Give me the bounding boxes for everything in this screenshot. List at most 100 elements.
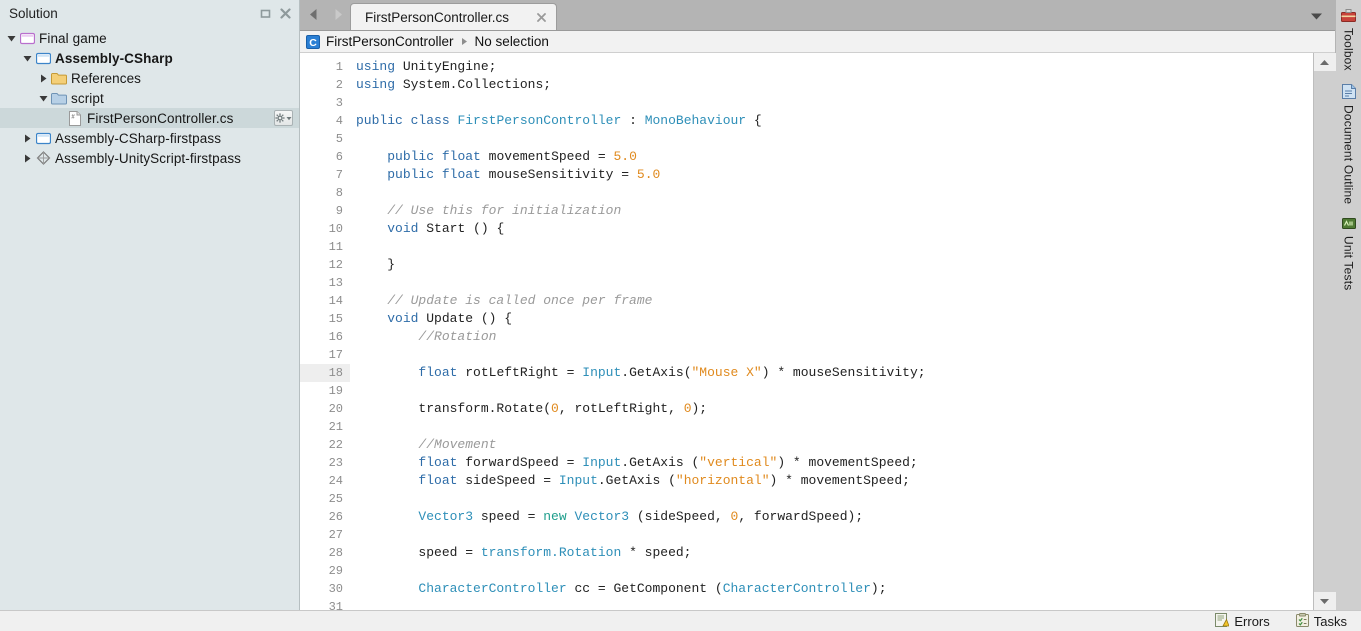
status-bar: Errors Tasks: [0, 610, 1361, 631]
code-line[interactable]: float forwardSpeed = Input.GetAxis ("ver…: [356, 454, 1313, 472]
code-line[interactable]: [356, 526, 1313, 544]
code-line[interactable]: CharacterController cc = GetComponent (C…: [356, 580, 1313, 598]
code-line[interactable]: float sideSpeed = Input.GetAxis ("horizo…: [356, 472, 1313, 490]
tree-item-label: Assembly-UnityScript-firstpass: [55, 150, 242, 166]
code-token: // Update is called once per frame: [387, 293, 653, 308]
code-line[interactable]: [356, 94, 1313, 112]
editor-column: FirstPersonController.cs C FirstPersonCo…: [300, 0, 1336, 610]
code-line[interactable]: using System.Collections;: [356, 76, 1313, 94]
line-number: 24: [328, 474, 343, 488]
code-line[interactable]: [356, 346, 1313, 364]
editor-vertical-scrollbar[interactable]: [1313, 53, 1336, 610]
solution-tree[interactable]: Final game Assembly-CSharp References scrip…: [0, 26, 299, 610]
code-editor[interactable]: 1 2 3 4 5 6 7 8 9 10 11 12 13 14 15 16 17 18 19 20 21 22 23 24 2…: [300, 53, 1336, 610]
code-text[interactable]: using UnityEngine; using System.Collectio…: [350, 53, 1313, 610]
code-line[interactable]: Vector3 speed = new Vector3 (sideSpeed, …: [356, 508, 1313, 526]
tree-item-assembly-csharp[interactable]: Assembly-CSharp: [0, 48, 299, 68]
project-icon: [34, 132, 52, 145]
line-number: 4: [335, 114, 343, 128]
tree-item-final-game[interactable]: Final game: [0, 28, 299, 48]
tree-item-script[interactable]: script: [0, 88, 299, 108]
code-token: ) * mouseSensitivity;: [761, 365, 926, 380]
line-number: 14: [328, 294, 343, 308]
code-line[interactable]: void Update () {: [356, 310, 1313, 328]
chevron-down-icon[interactable]: [1313, 592, 1336, 610]
tree-item-firstpersoncontroller-cs[interactable]: # FirstPersonController.cs: [0, 108, 299, 128]
close-icon[interactable]: [278, 6, 293, 21]
code-scroll-area[interactable]: 1 2 3 4 5 6 7 8 9 10 11 12 13 14 15 16 17 18 19 20 21 22 23 24 2…: [300, 53, 1313, 610]
back-arrow-icon[interactable]: [308, 8, 319, 21]
code-line[interactable]: float rotLeftRight = Input.GetAxis("Mous…: [356, 364, 1313, 382]
code-line[interactable]: [356, 562, 1313, 580]
editor-tabstrip: FirstPersonController.cs: [300, 0, 1335, 31]
solution-pad-header: Solution: [0, 0, 299, 26]
code-line[interactable]: public float mouseSensitivity = 5.0: [356, 166, 1313, 184]
line-number: 5: [335, 132, 343, 146]
rail-tab-unit-tests[interactable]: Unit Tests: [1341, 212, 1356, 298]
tab-firstpersoncontroller[interactable]: FirstPersonController.cs: [350, 3, 558, 30]
scrollbar-track[interactable]: [1313, 71, 1336, 592]
code-token: public: [387, 149, 435, 164]
tab-nav-buttons: [300, 0, 348, 30]
line-number: 15: [328, 312, 343, 326]
code-token: Start () {: [418, 221, 505, 236]
code-line[interactable]: [356, 598, 1313, 610]
tree-item-assembly-unityscript-firstpass[interactable]: Assembly-UnityScript-firstpass: [0, 148, 299, 168]
code-token: rotLeftRight =: [457, 365, 583, 380]
chevron-down-icon[interactable]: [20, 54, 34, 63]
code-line[interactable]: //Rotation: [356, 328, 1313, 346]
rail-tab-toolbox[interactable]: Toolbox: [1341, 4, 1356, 79]
status-errors[interactable]: Errors: [1215, 612, 1270, 630]
code-line[interactable]: // Update is called once per frame: [356, 292, 1313, 310]
chevron-down-icon[interactable]: [36, 94, 50, 103]
chevron-right-icon[interactable]: [20, 134, 34, 143]
code-token: movementSpeed =: [480, 149, 614, 164]
breadcrumb-selection[interactable]: No selection: [475, 34, 549, 49]
code-line[interactable]: [356, 130, 1313, 148]
gear-icon[interactable]: [274, 110, 293, 126]
breadcrumb-class-name[interactable]: FirstPersonController: [326, 34, 454, 49]
code-line[interactable]: [356, 490, 1313, 508]
unity-icon: [34, 151, 52, 165]
chevron-down-icon[interactable]: [4, 34, 18, 43]
code-token: {: [746, 113, 762, 128]
line-number: 12: [328, 258, 343, 272]
code-token: void: [387, 221, 419, 236]
minimize-icon[interactable]: [258, 6, 273, 21]
code-line[interactable]: void Start () {: [356, 220, 1313, 238]
chevron-right-icon[interactable]: [20, 154, 34, 163]
tree-item-references[interactable]: References: [0, 68, 299, 88]
status-tasks[interactable]: Tasks: [1295, 612, 1347, 630]
code-line[interactable]: public class FirstPersonController : Mon…: [356, 112, 1313, 130]
code-line[interactable]: [356, 238, 1313, 256]
line-number: 3: [335, 96, 343, 110]
chevron-down-icon[interactable]: [1310, 9, 1323, 24]
forward-arrow-icon[interactable]: [333, 8, 344, 21]
code-token: using: [356, 59, 396, 74]
chevron-right-icon[interactable]: [36, 74, 50, 83]
code-line[interactable]: transform.Rotate(0, rotLeftRight, 0);: [356, 400, 1313, 418]
chevron-up-icon[interactable]: [1313, 53, 1336, 71]
code-line[interactable]: [356, 184, 1313, 202]
code-line[interactable]: speed = transform.Rotation * speed;: [356, 544, 1313, 562]
tasks-icon: [1295, 612, 1309, 630]
code-token: System.Collections;: [395, 77, 552, 92]
references-folder-icon: [50, 72, 68, 85]
tree-item-assembly-csharp-firstpass[interactable]: Assembly-CSharp-firstpass: [0, 128, 299, 148]
code-line[interactable]: //Movement: [356, 436, 1313, 454]
rail-tab-label: Toolbox: [1341, 28, 1356, 71]
code-line[interactable]: [356, 418, 1313, 436]
code-line[interactable]: using UnityEngine;: [356, 58, 1313, 76]
tree-item-label: FirstPersonController.cs: [87, 110, 234, 126]
code-token: .GetAxis (: [597, 473, 676, 488]
code-line[interactable]: }: [356, 256, 1313, 274]
close-icon[interactable]: [535, 11, 548, 24]
csharp-class-icon: C: [306, 34, 320, 49]
code-line[interactable]: // Use this for initialization: [356, 202, 1313, 220]
code-line[interactable]: public float movementSpeed = 5.0: [356, 148, 1313, 166]
code-line[interactable]: [356, 274, 1313, 292]
code-line[interactable]: [356, 382, 1313, 400]
rail-tab-document-outline[interactable]: Document Outline: [1341, 79, 1356, 212]
